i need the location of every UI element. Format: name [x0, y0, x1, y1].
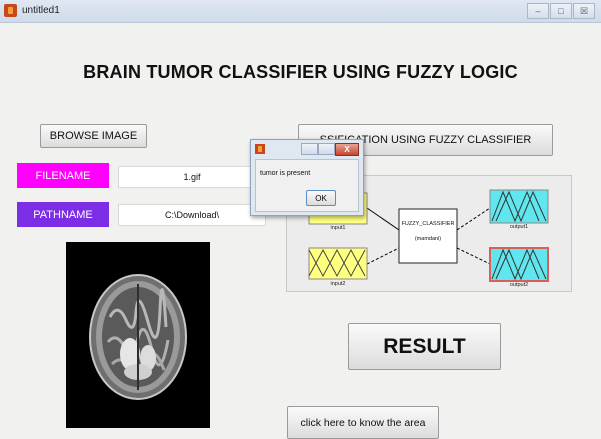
close-button[interactable]: ☒ [573, 3, 595, 19]
message-dialog: X tumor is present OK [250, 139, 364, 216]
matlab-icon [4, 4, 17, 17]
matlab-icon [255, 144, 265, 154]
filename-label: FILENAME [17, 163, 109, 188]
fis-input2-label: input2 [330, 281, 346, 287]
dialog-close-button[interactable]: X [335, 143, 359, 156]
maximize-button[interactable]: □ [550, 3, 572, 19]
dialog-message: tumor is present [260, 170, 311, 177]
result-button[interactable]: RESULT [348, 323, 501, 370]
brain-mri-image [66, 242, 210, 428]
dialog-title-bar: X [251, 140, 363, 158]
fis-output2-label: output2 [509, 282, 529, 288]
dialog-maximize-button[interactable] [318, 143, 335, 155]
title-bar: untitled1 – □ ☒ [0, 0, 601, 23]
browse-image-button[interactable]: BROWSE IMAGE [40, 124, 147, 148]
dialog-ok-button[interactable]: OK [306, 190, 336, 206]
filename-field[interactable]: 1.gif [118, 166, 266, 188]
know-area-button[interactable]: click here to know the area [287, 406, 439, 439]
fis-output1-label: output1 [509, 224, 529, 230]
page-title: BRAIN TUMOR CLASSIFIER USING FUZZY LOGIC [83, 62, 518, 82]
pathname-field[interactable]: C:\Download\ [118, 204, 266, 226]
pathname-label: PATHNAME [17, 202, 109, 227]
fis-input1-label: input1 [330, 225, 346, 231]
fis-system-name: FUZZY_CLASSIFIER [401, 221, 455, 227]
dialog-minimize-button[interactable] [301, 143, 318, 155]
window-title: untitled1 [22, 5, 60, 16]
minimize-button[interactable]: – [527, 3, 549, 19]
dialog-body: tumor is present OK [255, 159, 359, 212]
fis-method: (mamdani) [414, 236, 442, 242]
window-controls: – □ ☒ [527, 3, 595, 19]
